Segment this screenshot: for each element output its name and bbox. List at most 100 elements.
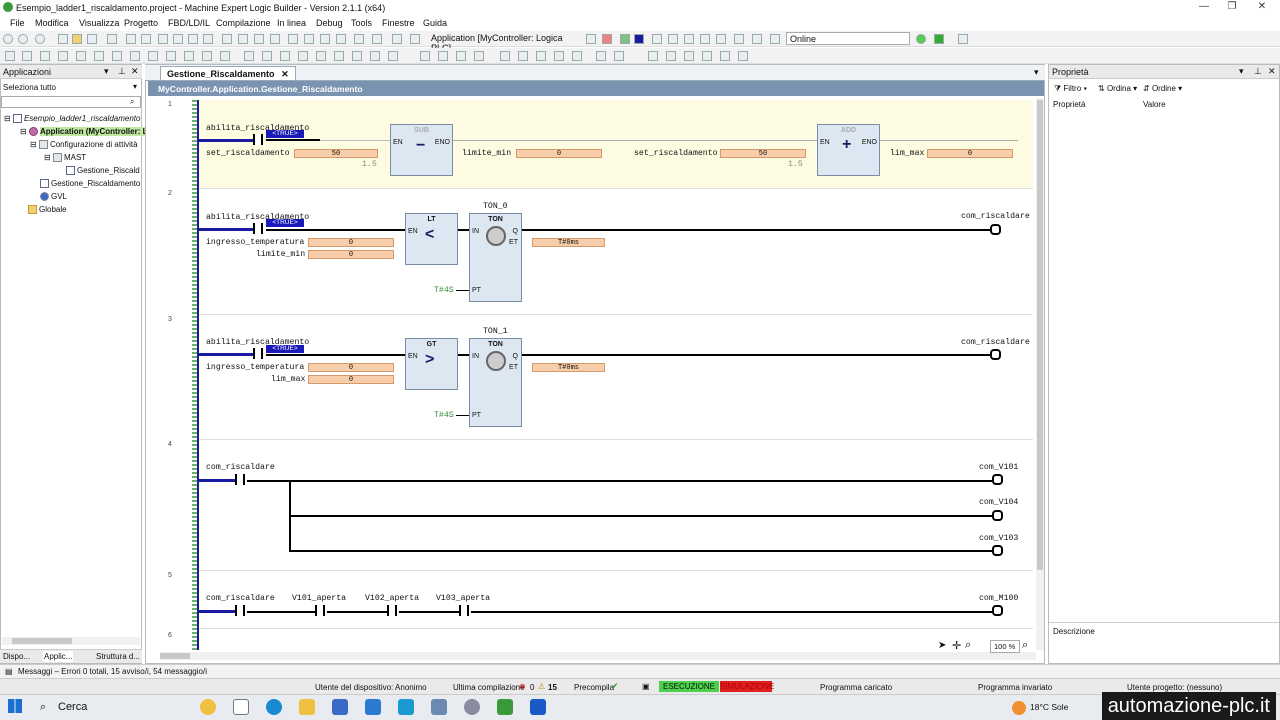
value-box[interactable]: 0	[308, 238, 394, 247]
app-icon[interactable]	[530, 699, 546, 715]
sub-block[interactable]: SUB EN ENO −	[390, 124, 453, 176]
open-icon[interactable]	[72, 34, 82, 44]
ld-comment-icon[interactable]	[352, 51, 362, 61]
tree-item-global[interactable]: Globale	[28, 205, 67, 215]
tab-list-icon[interactable]: ▾	[1034, 67, 1039, 78]
menu-file[interactable]: File	[10, 18, 25, 28]
ld-move-up-icon[interactable]	[500, 51, 510, 61]
collapse-icon[interactable]: ⊟	[44, 153, 51, 162]
breakpoint-icon[interactable]	[652, 34, 662, 44]
move-icon[interactable]: ✛	[952, 639, 961, 652]
tree-item-prg[interactable]: Gestione_Riscaldamento (PRG)	[40, 179, 140, 189]
widgets-icon[interactable]	[200, 699, 216, 715]
find-all-icon[interactable]	[270, 34, 280, 44]
tab-applications[interactable]: Applic...	[43, 651, 74, 662]
menu-visualizza[interactable]: Visualizza	[79, 18, 119, 28]
simulation-icon[interactable]	[958, 34, 968, 44]
tree-item-project[interactable]: ⊟ Esempio_ladder1_riscaldamento	[4, 114, 140, 124]
new-icon[interactable]	[58, 34, 68, 44]
close-icon[interactable]: ✕	[1250, 1, 1274, 15]
online-status-icon[interactable]	[916, 34, 926, 44]
run-icon[interactable]	[620, 34, 630, 44]
rebuild-icon[interactable]	[372, 34, 382, 44]
ld-contact-icon[interactable]	[40, 51, 50, 61]
store-icon[interactable]	[332, 699, 348, 715]
bookmark-prev-icon[interactable]	[320, 34, 330, 44]
bookmark-next-icon[interactable]	[304, 34, 314, 44]
copy-icon[interactable]	[173, 34, 183, 44]
value-box[interactable]: 0	[308, 375, 394, 384]
contact-v101-aperta[interactable]	[315, 605, 325, 616]
value-box[interactable]: 0	[516, 149, 602, 158]
ld-align-icon[interactable]	[420, 51, 430, 61]
contact-v102-aperta[interactable]	[387, 605, 397, 616]
coil-com-riscaldare[interactable]	[990, 224, 1001, 235]
filter-dropdown[interactable]: Seleziona tutto ▾	[1, 82, 141, 94]
file-explorer-icon[interactable]	[299, 699, 315, 715]
build-icon[interactable]	[354, 34, 364, 44]
ld-tool-f-icon[interactable]	[738, 51, 748, 61]
logic-builder-icon[interactable]	[497, 699, 513, 715]
generate-icon[interactable]	[392, 34, 402, 44]
ld-toggle-icon[interactable]	[536, 51, 546, 61]
home-icon[interactable]	[35, 34, 45, 44]
menu-progetto[interactable]: Progetto	[124, 18, 158, 28]
ld-branch-close-icon[interactable]	[220, 51, 230, 61]
tree-search-input[interactable]: ⌕	[1, 96, 141, 108]
ld-insert-network-icon[interactable]	[5, 51, 15, 61]
connect-icon[interactable]	[934, 34, 944, 44]
contact-v103-aperta[interactable]	[459, 605, 469, 616]
zoom-level[interactable]: 100 %	[990, 640, 1020, 653]
collapse-icon[interactable]: ⊟	[30, 140, 37, 149]
step-out-icon[interactable]	[700, 34, 710, 44]
paste-icon[interactable]	[188, 34, 198, 44]
ld-branch-icon[interactable]	[202, 51, 212, 61]
bookmark-icon[interactable]	[288, 34, 298, 44]
ld-zoom-icon[interactable]	[438, 51, 448, 61]
contact-abilita[interactable]	[253, 223, 263, 234]
print-icon[interactable]	[107, 34, 117, 44]
unforce-icon[interactable]	[752, 34, 762, 44]
force-icon[interactable]	[734, 34, 744, 44]
coil-com-riscaldare[interactable]	[990, 349, 1001, 360]
ld-expand-icon[interactable]	[554, 51, 564, 61]
messages-bar[interactable]: ▤ Messaggi – Errori 0 totali, 15 avviso/…	[0, 664, 1280, 678]
mode-selector[interactable]: Online	[786, 32, 910, 45]
app-icon[interactable]	[398, 699, 414, 715]
task-view-icon[interactable]	[233, 699, 249, 715]
menu-compilazione[interactable]: Compilazione	[216, 18, 271, 28]
menu-tools[interactable]: Tools	[351, 18, 372, 28]
ld-parallel-icon[interactable]	[596, 51, 606, 61]
filter-button[interactable]: ⧩ Filtro ▾	[1054, 84, 1087, 94]
taskbar-search[interactable]: Cerca	[58, 701, 87, 713]
ld-return-icon[interactable]	[184, 51, 194, 61]
collapse-icon[interactable]: ⊟	[20, 127, 27, 136]
application-selector[interactable]: Application [MyController: Logica PLC]	[428, 32, 578, 53]
ld-execute-icon[interactable]	[388, 51, 398, 61]
value-box[interactable]: 0	[927, 149, 1013, 158]
zoom-icon[interactable]: ⌕	[965, 639, 971, 652]
value-box[interactable]: T#0ms	[532, 363, 605, 372]
lt-block[interactable]: LT EN <	[405, 213, 458, 265]
cut-icon[interactable]	[158, 34, 168, 44]
tree-scroll-thumb[interactable]	[12, 638, 72, 644]
find-replace-icon[interactable]	[238, 34, 248, 44]
ld-grid-icon[interactable]	[474, 51, 484, 61]
pointer-icon[interactable]: ➤	[938, 640, 946, 651]
value-box[interactable]: 50	[720, 149, 806, 158]
check-icon[interactable]	[410, 34, 420, 44]
panel-close-icon[interactable]: ✕	[1268, 66, 1276, 77]
ld-jump-icon[interactable]	[166, 51, 176, 61]
contact-com-riscaldare[interactable]	[235, 474, 245, 485]
ld-set-coil-icon[interactable]	[112, 51, 122, 61]
ld-negate-icon[interactable]	[298, 51, 308, 61]
ld-series-icon[interactable]	[614, 51, 624, 61]
coil-com-m100[interactable]	[992, 605, 1003, 616]
menu-debug[interactable]: Debug	[316, 18, 343, 28]
value-box[interactable]: 0	[308, 250, 394, 259]
collapse-icon[interactable]: ⊟	[4, 114, 11, 123]
undo-icon[interactable]	[126, 34, 136, 44]
coil-com-v103[interactable]	[992, 545, 1003, 556]
tree-item-mast[interactable]: ⊟ MAST	[44, 153, 86, 163]
ld-output-icon[interactable]	[262, 51, 272, 61]
